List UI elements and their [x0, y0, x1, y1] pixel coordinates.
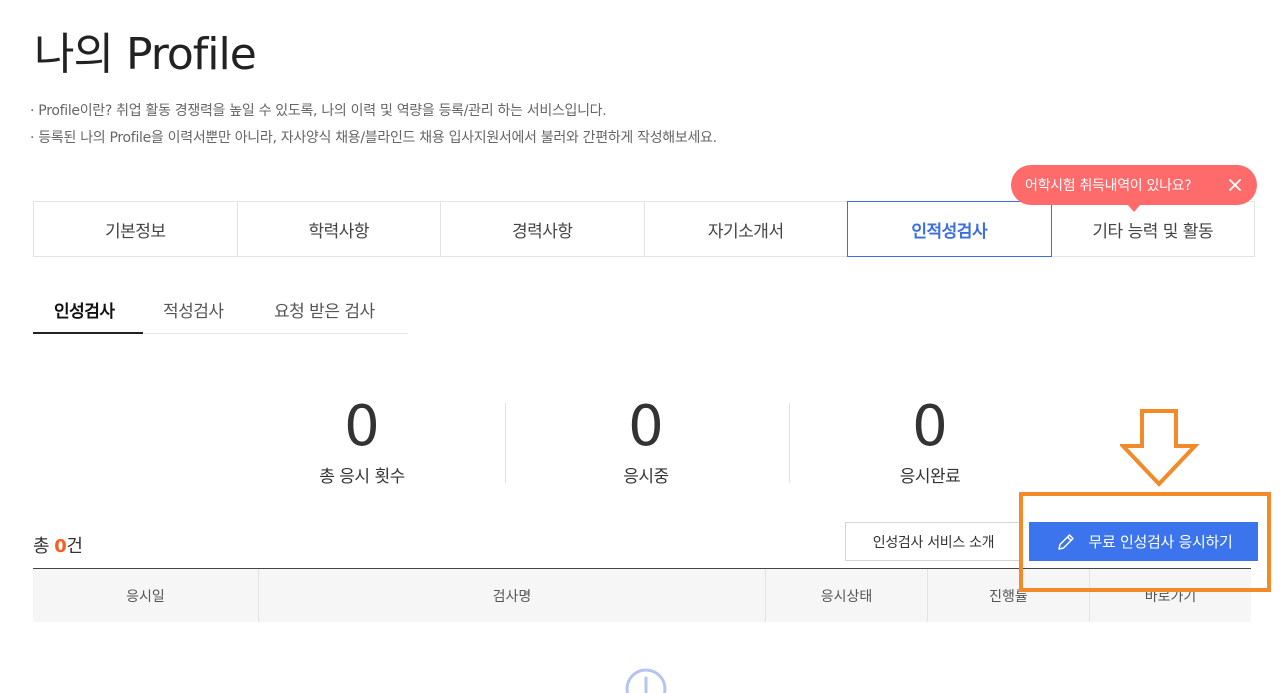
in-progress-count: 0	[628, 394, 664, 459]
tooltip-text: 어학시험 취득내역이 있나요?	[1025, 178, 1192, 194]
total-prefix: 총	[33, 536, 55, 557]
info-icon	[625, 668, 667, 693]
service-intro-button[interactable]: 인성검사 서비스 소개	[845, 522, 1022, 561]
column-header-progress: 진행률	[928, 569, 1090, 622]
pencil-icon	[1057, 533, 1074, 550]
completed-count: 0	[912, 394, 948, 459]
language-test-tooltip[interactable]: 어학시험 취득내역이 있나요?	[1011, 165, 1257, 212]
description-line-1: · Profile이란? 취업 활동 경쟁력을 높일 수 있도록, 나의 이력 …	[30, 103, 607, 119]
tab-other-activities[interactable]: 기타 능력 및 활동	[1052, 202, 1255, 256]
total-count: 0	[54, 536, 67, 557]
test-sub-tabs: 인성검사 적성검사 요청 받은 검사	[33, 285, 408, 334]
free-test-apply-button[interactable]: 무료 인성검사 응시하기	[1029, 522, 1258, 561]
profile-main-tabs: 기본정보 학력사항 경력사항 자기소개서 인적성검사 기타 능력 및 활동	[33, 201, 1255, 257]
total-suffix: 건	[66, 536, 83, 557]
sub-tab-aptitude-test[interactable]: 적성검사	[163, 297, 224, 322]
column-header-status: 응시상태	[766, 569, 928, 622]
down-arrow-icon	[1120, 409, 1200, 487]
tab-education[interactable]: 학력사항	[238, 202, 441, 256]
tab-career[interactable]: 경력사항	[441, 202, 645, 256]
page-title: 나의 Profile	[34, 29, 257, 80]
total-attempts-count: 0	[344, 394, 380, 459]
stat-divider	[505, 403, 506, 483]
in-progress-label: 응시중	[623, 467, 669, 487]
tab-aptitude-test[interactable]: 인적성검사	[847, 201, 1052, 257]
active-sub-tab-underline	[33, 332, 143, 334]
apply-button-label: 무료 인성검사 응시하기	[1088, 533, 1233, 551]
completed-label: 응시완료	[899, 467, 961, 487]
column-header-test-name: 검사명	[259, 569, 766, 622]
total-attempts-label: 총 응시 횟수	[319, 467, 405, 487]
sub-tab-requested-tests[interactable]: 요청 받은 검사	[274, 297, 375, 322]
close-icon[interactable]	[1225, 175, 1245, 195]
column-header-shortcut: 바로가기	[1144, 588, 1197, 605]
stat-divider	[789, 403, 790, 483]
description-line-2: · 등록된 나의 Profile을 이력서뿐만 아니라, 자사양식 채용/블라인…	[30, 130, 717, 146]
total-count-text: 총 0건	[33, 532, 83, 558]
sub-tab-personality-test[interactable]: 인성검사	[54, 297, 115, 322]
results-table-header: 응시일 검사명 응시상태 진행률 바로가기	[33, 568, 1251, 622]
tab-self-introduction[interactable]: 자기소개서	[645, 202, 848, 256]
column-header-date: 응시일	[33, 569, 259, 622]
tab-basic-info[interactable]: 기본정보	[34, 202, 238, 256]
